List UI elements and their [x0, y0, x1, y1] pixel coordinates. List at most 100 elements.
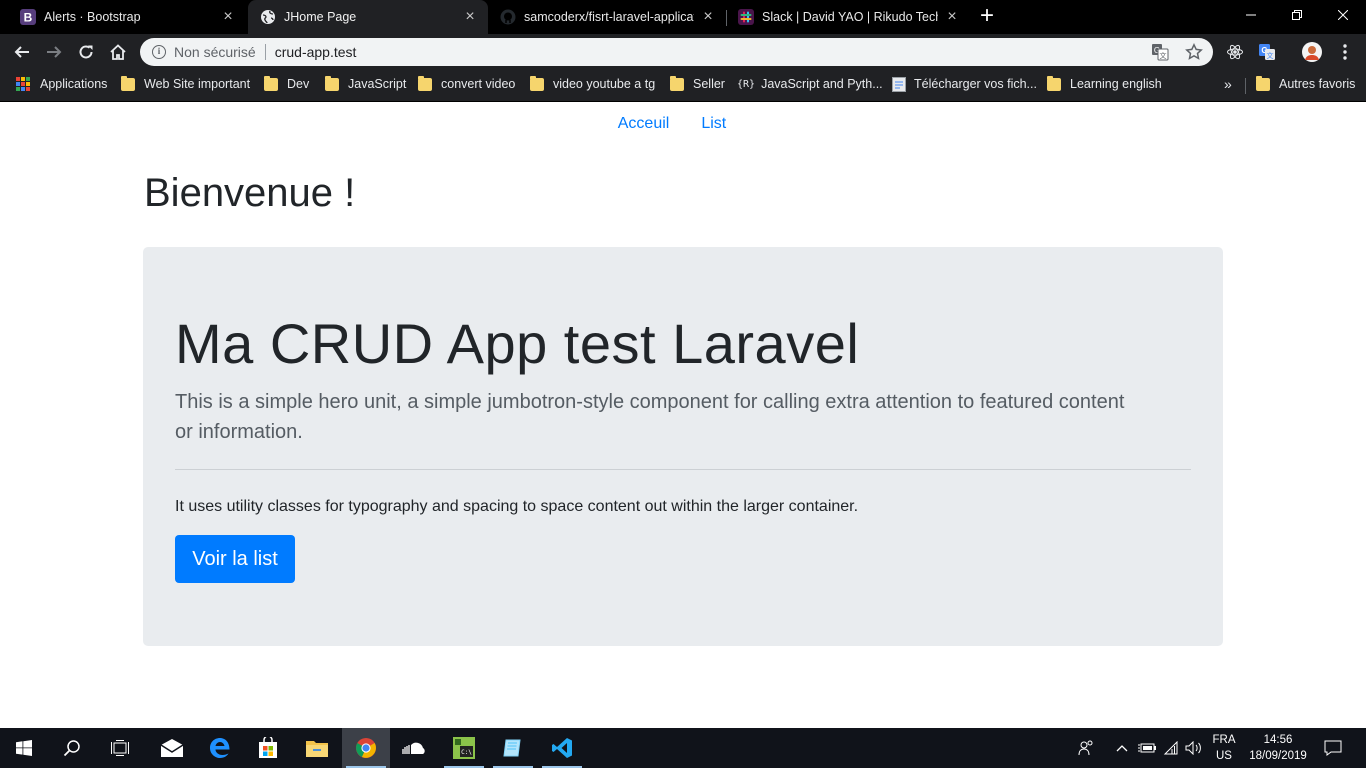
address-bar[interactable]: i Non sécurisé crud-app.test G文 — [140, 38, 1213, 66]
jumbotron-lead: This is a simple hero unit, a simple jum… — [175, 391, 1125, 443]
chrome-icon[interactable] — [342, 728, 390, 768]
restore-button[interactable] — [1274, 0, 1320, 30]
jumbotron-title: Ma CRUD App test Laravel — [175, 312, 860, 375]
tab-title: Alerts · Bootstrap — [44, 10, 141, 24]
vscode-icon[interactable] — [538, 728, 586, 768]
nav-link-list[interactable]: List — [701, 115, 726, 133]
jumbotron-text: It uses utility classes for typography a… — [175, 498, 859, 515]
globe-icon — [260, 9, 276, 25]
bookmark-convert-video[interactable]: convert video — [418, 70, 515, 98]
bookmark-label: Seller — [693, 77, 725, 91]
bookmark-telecharger[interactable]: Télécharger vos fich... — [892, 70, 1037, 98]
notifications-icon[interactable] — [1318, 728, 1348, 768]
folder-icon — [1256, 75, 1270, 91]
folder-icon — [670, 75, 684, 91]
view-list-button[interactable]: Voir la list — [175, 535, 295, 583]
tab-slack[interactable]: Slack | David YAO | Rikudo Techno × — [726, 0, 970, 34]
close-tab-icon[interactable]: × — [462, 9, 478, 25]
language-line-1: FRA — [1212, 734, 1236, 746]
home-button[interactable] — [106, 40, 130, 64]
folder-icon — [121, 75, 135, 91]
browser-tab-strip: B Alerts · Bootstrap × JHome Page × samc… — [0, 0, 1366, 34]
battery-icon[interactable] — [1136, 728, 1158, 768]
google-translate-extension-icon[interactable]: G文 — [1257, 42, 1277, 62]
soundcloud-icon[interactable] — [391, 728, 439, 768]
slack-icon — [738, 9, 754, 25]
bookmark-applications[interactable]: Applications — [16, 70, 107, 98]
bookmark-seller[interactable]: Seller — [670, 70, 725, 98]
task-view-icon[interactable] — [96, 728, 144, 768]
people-icon[interactable] — [1074, 728, 1098, 768]
svg-text:文: 文 — [1160, 51, 1167, 60]
bookmark-video-youtube[interactable]: video youtube a tg — [530, 70, 655, 98]
security-label: Non sécurisé — [174, 44, 256, 60]
nav-link-home[interactable]: Acceuil — [618, 115, 670, 133]
menu-kebab-icon[interactable] — [1335, 42, 1355, 62]
tab-home-page[interactable]: JHome Page × — [248, 0, 488, 34]
bookmark-dev[interactable]: Dev — [264, 70, 309, 98]
system-clock[interactable]: 14:56 18/09/2019 — [1246, 732, 1310, 764]
bookmark-javascript-python[interactable]: {R} JavaScript and Pyth... — [737, 70, 883, 98]
close-tab-icon[interactable]: × — [220, 9, 236, 25]
profile-avatar[interactable] — [1302, 42, 1322, 62]
minimize-button[interactable] — [1228, 0, 1274, 30]
close-window-button[interactable] — [1320, 0, 1366, 30]
bookmarks-bar: Applications Web Site important Dev Java… — [0, 70, 1366, 102]
close-tab-icon[interactable]: × — [700, 9, 716, 25]
jumbotron: Ma CRUD App test Laravel This is a simpl… — [143, 247, 1223, 646]
bookmarks-overflow-chevron[interactable]: » — [1224, 70, 1232, 98]
bookmark-label: Dev — [287, 77, 310, 91]
info-icon[interactable]: i — [152, 45, 166, 59]
search-icon[interactable] — [48, 728, 96, 768]
terminal-app-icon[interactable]: C:\ — [440, 728, 488, 768]
translate-icon[interactable]: G文 — [1151, 43, 1169, 64]
top-nav: Acceuil List — [0, 115, 1366, 133]
new-tab-button[interactable]: + — [976, 4, 998, 28]
bookmark-label: JavaScript — [348, 77, 407, 91]
bookmark-javascript[interactable]: JavaScript — [325, 70, 406, 98]
bookmark-web-site-important[interactable]: Web Site important — [121, 70, 250, 98]
bookmark-label: Web Site important — [144, 77, 251, 91]
github-icon — [500, 9, 516, 25]
bookmark-label: convert video — [441, 77, 516, 91]
store-icon[interactable] — [244, 728, 292, 768]
windows-start-icon[interactable] — [0, 728, 48, 768]
browser-toolbar: i Non sécurisé crud-app.test G文 G文 — [0, 34, 1366, 70]
input-language-indicator[interactable]: FRA US — [1208, 732, 1240, 764]
folder-icon — [418, 75, 432, 91]
bookmark-label: JavaScript and Pyth... — [761, 77, 883, 91]
close-tab-icon[interactable]: × — [944, 9, 960, 25]
bookmark-label: Télécharger vos fich... — [914, 77, 1037, 91]
tab-title: JHome Page — [284, 10, 357, 24]
notes-app-icon[interactable] — [489, 728, 537, 768]
mail-icon[interactable] — [148, 728, 196, 768]
tab-title: samcoderx/fisrt-laravel-applicatio — [524, 10, 694, 24]
svg-text:C:\: C:\ — [461, 749, 472, 756]
bookmark-label: Applications — [40, 77, 108, 91]
bookmark-other-favorites[interactable]: Autres favoris — [1256, 70, 1355, 98]
star-bookmark-icon[interactable] — [1185, 43, 1203, 64]
bookmark-learning-english[interactable]: Learning english — [1047, 70, 1162, 98]
web-page: Acceuil List Bienvenue ! Ma CRUD App tes… — [0, 103, 1366, 728]
folder-icon — [325, 75, 339, 91]
edge-browser-icon[interactable] — [196, 728, 244, 768]
url-text[interactable]: crud-app.test — [275, 44, 357, 60]
bookmarks-separator — [1245, 78, 1246, 94]
file-explorer-icon[interactable] — [293, 728, 341, 768]
back-button[interactable] — [10, 40, 34, 64]
reload-button[interactable] — [74, 40, 98, 64]
bookmark-label: Learning english — [1070, 77, 1162, 91]
tab-alerts-bootstrap[interactable]: B Alerts · Bootstrap × — [8, 0, 246, 34]
language-line-2: US — [1216, 750, 1232, 762]
code-braces-icon: {R} — [737, 78, 756, 90]
forward-button[interactable] — [42, 40, 66, 64]
chevron-up-icon[interactable] — [1112, 728, 1132, 768]
folder-icon — [264, 75, 278, 91]
tab-github[interactable]: samcoderx/fisrt-laravel-applicatio × — [488, 0, 726, 34]
wifi-icon[interactable] — [1160, 728, 1182, 768]
file-icon — [892, 76, 906, 92]
bootstrap-icon: B — [20, 9, 36, 25]
bookmark-label: Autres favoris — [1279, 77, 1356, 91]
react-devtools-icon[interactable] — [1225, 42, 1245, 62]
volume-icon[interactable] — [1183, 728, 1205, 768]
